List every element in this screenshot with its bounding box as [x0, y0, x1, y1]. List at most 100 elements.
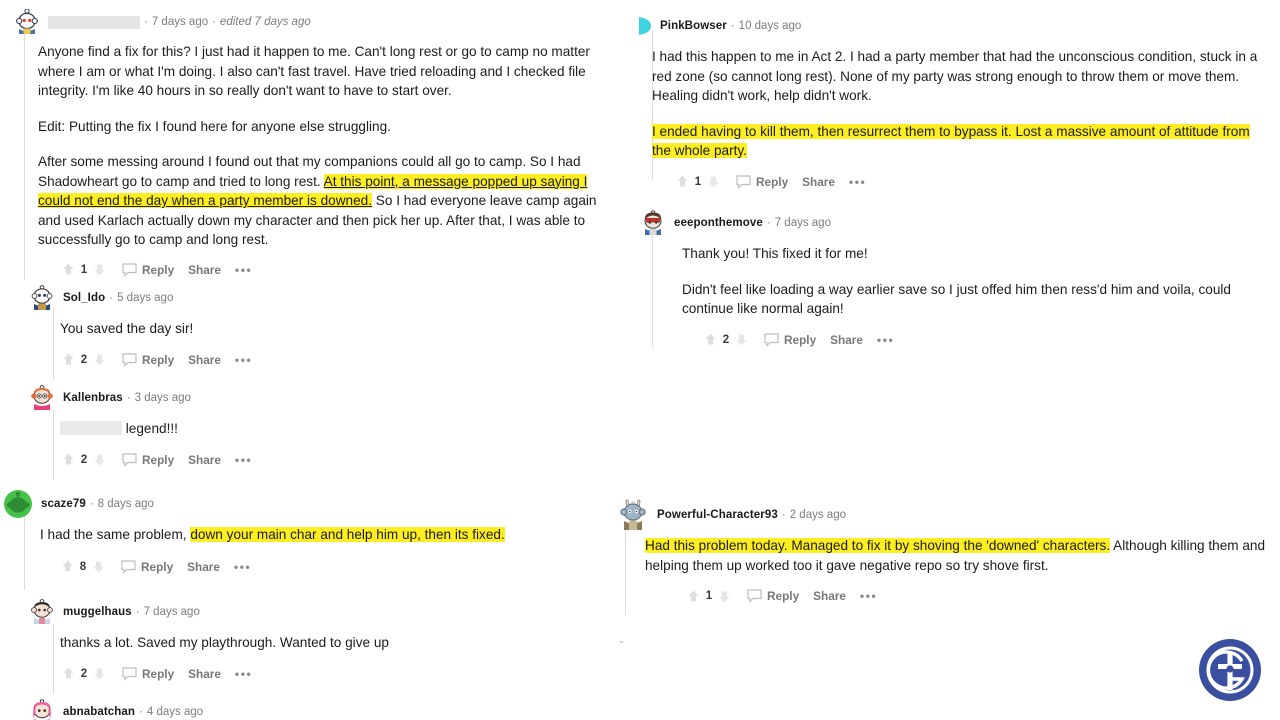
timestamp: 3 days ago — [134, 392, 191, 404]
body-text: legend!!! — [125, 421, 178, 436]
highlighted-text: down your main char and help him up, the… — [190, 527, 505, 542]
paragraph-highlighted: I ended having to kill them, then resurr… — [652, 122, 1264, 161]
reply-button[interactable]: Reply — [122, 453, 174, 467]
downvote-icon[interactable] — [91, 451, 108, 468]
username[interactable]: Powerful-Character93 — [657, 509, 778, 521]
reply-button[interactable]: Reply — [764, 333, 816, 347]
reply-label: Reply — [767, 589, 800, 603]
upvote-icon[interactable] — [60, 451, 77, 468]
username[interactable]: muggelhaus — [63, 606, 132, 618]
separator-dot: · — [730, 20, 735, 32]
vote-group[interactable]: 8 — [59, 558, 107, 575]
vote-group[interactable]: 1 — [674, 173, 722, 190]
username[interactable]: eeeponthemove — [674, 217, 763, 229]
downvote-icon[interactable] — [716, 588, 733, 605]
downvote-icon[interactable] — [91, 351, 108, 368]
share-button[interactable]: Share — [188, 667, 221, 681]
comment-eeeponthemove[interactable]: eeeponthemove · 7 days ago Thank you! Th… — [644, 210, 1270, 350]
comment-header: Sol_Ido · 5 days ago — [31, 285, 613, 310]
comment-bubble-icon — [122, 262, 137, 277]
comment-muggelhaus[interactable]: muggelhaus · 7 days ago thanks a lot. Sa… — [31, 599, 613, 684]
comment-op[interactable]: · 7 days ago · edited 7 days ago Anyone … — [16, 9, 620, 280]
upvote-icon[interactable] — [685, 588, 702, 605]
reply-button[interactable]: Reply — [121, 560, 173, 574]
upvote-icon[interactable] — [59, 558, 76, 575]
downvote-icon[interactable] — [91, 665, 108, 682]
more-options-icon[interactable]: ••• — [235, 454, 252, 466]
share-button[interactable]: Share — [188, 453, 221, 467]
vote-group[interactable]: 2 — [702, 331, 750, 348]
snoo-avatar-green-icon[interactable] — [3, 489, 33, 519]
reply-button[interactable]: Reply — [122, 667, 174, 681]
username[interactable]: Sol_Ido — [63, 292, 105, 304]
comment-powerful-character93[interactable]: Powerful-Character93 · 2 days ago Had th… — [620, 499, 1270, 606]
comment-bubble-icon — [747, 589, 762, 603]
username[interactable]: PinkBowser — [660, 20, 727, 32]
more-options-icon[interactable]: ••• — [860, 590, 877, 602]
share-button[interactable]: Share — [188, 353, 221, 367]
vote-group[interactable]: 2 — [60, 451, 108, 468]
reply-button[interactable]: Reply — [122, 263, 174, 277]
downvote-icon[interactable] — [91, 261, 108, 278]
username[interactable]: scaze79 — [41, 498, 86, 510]
reply-label: Reply — [142, 352, 175, 367]
username[interactable]: abnabatchan — [63, 706, 135, 718]
share-button[interactable]: Share — [802, 175, 835, 189]
reply-button[interactable]: Reply — [122, 353, 174, 367]
username[interactable]: Kallenbras — [63, 392, 123, 404]
upvote-icon[interactable] — [674, 173, 691, 190]
more-options-icon[interactable]: ••• — [235, 264, 252, 276]
more-options-icon[interactable]: ••• — [849, 176, 866, 188]
comment-sol-ido[interactable]: Sol_Ido · 5 days ago You saved the day s… — [31, 285, 613, 370]
upvote-icon[interactable] — [60, 261, 77, 278]
upvote-icon[interactable] — [60, 665, 77, 682]
vote-group[interactable]: 1 — [60, 261, 108, 278]
comment-body: Anyone find a fix for this? I just had i… — [38, 42, 616, 250]
comment-bubble-icon — [122, 666, 137, 681]
downvote-icon[interactable] — [90, 558, 107, 575]
share-button[interactable]: Share — [813, 589, 846, 603]
share-label: Share — [188, 352, 221, 367]
vote-group[interactable]: 2 — [60, 665, 108, 682]
upvote-icon[interactable] — [60, 351, 77, 368]
share-label: Share — [188, 262, 221, 277]
snoo-avatar-white-blue-icon[interactable] — [29, 285, 55, 311]
separator-dot: · — [766, 217, 771, 229]
username[interactable] — [48, 15, 140, 29]
comment-abnabatchan[interactable]: abnabatchan · 4 days ago — [33, 699, 613, 720]
share-button[interactable]: Share — [188, 263, 221, 277]
reply-button[interactable]: Reply — [747, 589, 799, 603]
separator-dot: · — [89, 498, 94, 510]
downvote-icon[interactable] — [705, 173, 722, 190]
comment-kallenbras[interactable]: Kallenbras · 3 days ago legend!!! 2 Repl… — [31, 385, 613, 470]
separator-dot: · — [144, 16, 148, 28]
snoo-avatar-dark-helmet-icon[interactable] — [640, 210, 666, 236]
right-comment-column: PinkBowser · 10 days ago I had this happ… — [620, 0, 1280, 720]
share-button[interactable]: Share — [830, 333, 863, 347]
snoo-avatar-orange-glasses-icon[interactable] — [29, 385, 55, 411]
reply-button[interactable]: Reply — [736, 175, 788, 189]
downvote-icon[interactable] — [733, 331, 750, 348]
share-label: Share — [187, 559, 220, 574]
more-options-icon[interactable]: ••• — [235, 354, 252, 366]
more-options-icon[interactable]: ••• — [234, 561, 251, 573]
comment-scaze79[interactable]: scaze79 · 8 days ago I had the same prob… — [4, 490, 610, 577]
snoo-avatar-cyan-partial-icon[interactable] — [639, 13, 652, 39]
vote-group[interactable]: 1 — [685, 588, 733, 605]
share-button[interactable]: Share — [187, 560, 220, 574]
more-options-icon[interactable]: ••• — [877, 334, 894, 346]
score: 2 — [80, 453, 88, 466]
snoo-avatar-pink-hair-icon[interactable] — [29, 699, 55, 720]
reply-label: Reply — [142, 262, 175, 277]
score: 2 — [722, 333, 730, 346]
body-redaction — [60, 421, 122, 435]
upvote-icon[interactable] — [702, 331, 719, 348]
thread-line — [24, 515, 25, 590]
snoo-avatar-bunny-ears-icon[interactable] — [617, 499, 649, 531]
more-options-icon[interactable]: ••• — [235, 668, 252, 680]
snoo-avatar-pale-icon[interactable] — [29, 599, 55, 625]
snoo-avatar-blue-icon[interactable] — [14, 9, 40, 35]
comment-pinkbowser[interactable]: PinkBowser · 10 days ago I had this happ… — [639, 14, 1264, 192]
vote-group[interactable]: 2 — [60, 351, 108, 368]
timestamp: 7 days ago — [151, 16, 209, 28]
